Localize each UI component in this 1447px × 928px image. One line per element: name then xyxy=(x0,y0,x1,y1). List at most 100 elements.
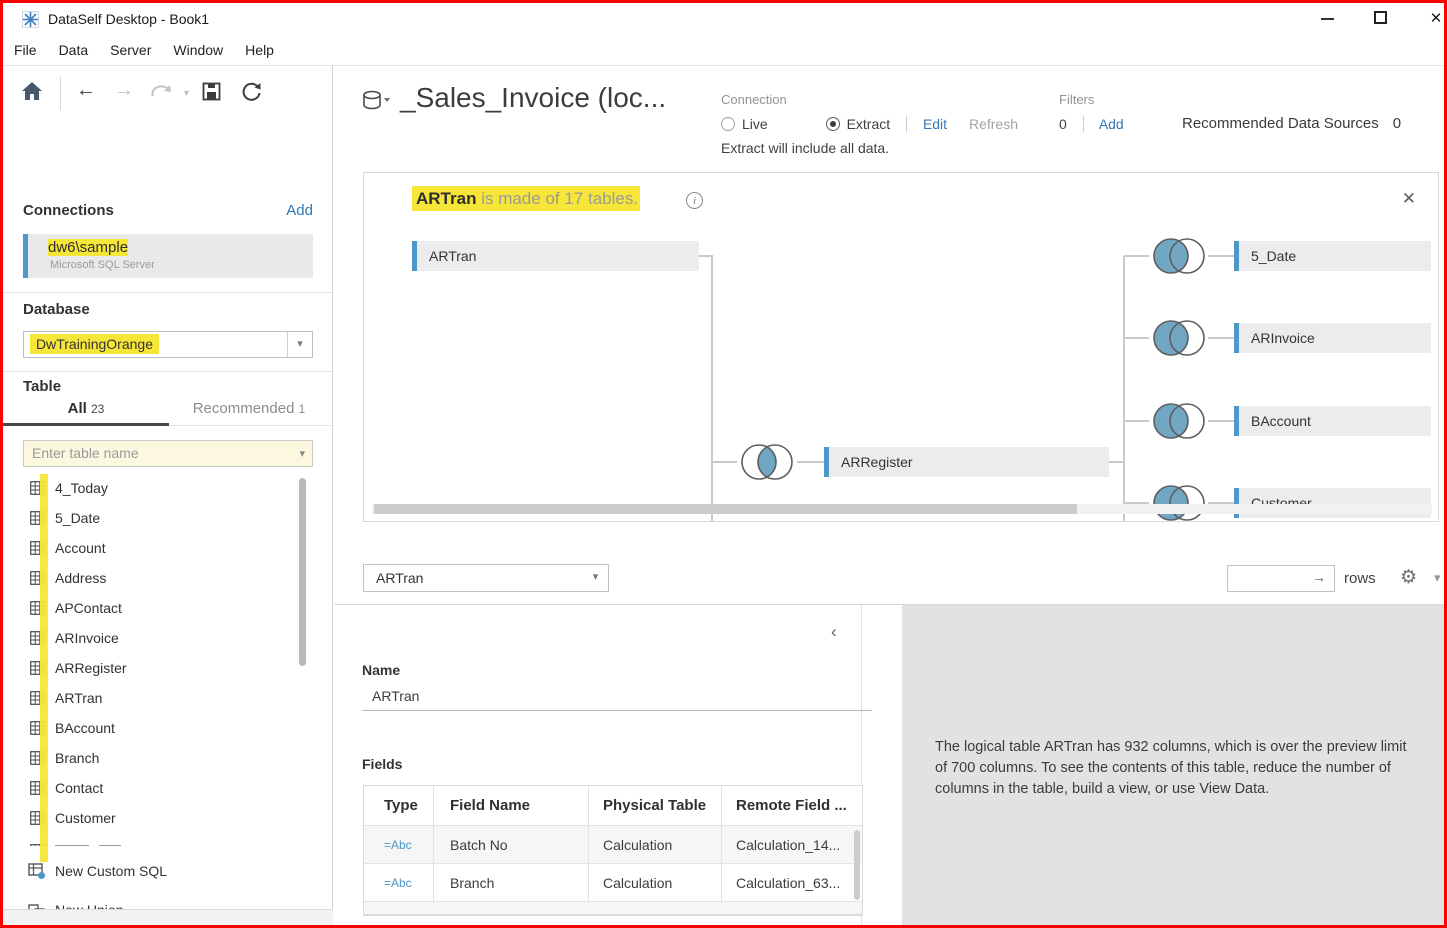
table-list-item[interactable]: 4_Today xyxy=(3,474,315,504)
table-list-item[interactable]: Branch xyxy=(3,744,315,774)
table-list-item[interactable]: APContact xyxy=(3,594,315,624)
home-icon[interactable] xyxy=(21,81,43,107)
edge-caret-icon[interactable]: ▾ xyxy=(1434,570,1441,586)
save-icon[interactable] xyxy=(202,82,221,107)
refresh-link[interactable]: Refresh xyxy=(969,116,1018,132)
filters-row: 0 Add xyxy=(1059,116,1124,132)
table-row-clipped xyxy=(364,902,862,915)
radio-live[interactable]: Live xyxy=(721,116,768,132)
collapse-panel-icon[interactable]: ‹ xyxy=(831,622,837,642)
scrollbar-thumb[interactable] xyxy=(374,504,1077,514)
apply-rows-icon[interactable]: → xyxy=(1312,569,1326,585)
fields-label: Fields xyxy=(362,756,402,772)
table-select-caret-icon[interactable]: ▾ xyxy=(583,565,608,590)
column-header[interactable]: Physical Table xyxy=(589,786,722,825)
tab-recommended[interactable]: Recommended 1 xyxy=(169,400,329,417)
canvas-horizontal-scrollbar[interactable] xyxy=(372,504,1432,514)
maximize-button[interactable] xyxy=(1358,3,1402,33)
close-button[interactable]: ✕ xyxy=(1414,3,1447,33)
menu-item-server[interactable]: Server xyxy=(99,36,162,58)
name-value[interactable]: ARTran xyxy=(372,688,419,704)
table-name: Contact xyxy=(55,780,103,796)
database-select[interactable]: DwTrainingOrange ▾ xyxy=(23,331,313,358)
diagram-node[interactable]: BAccount xyxy=(1234,406,1431,436)
minimize-button[interactable] xyxy=(1305,3,1349,33)
divider xyxy=(1083,116,1084,132)
table-list-item[interactable]: Account xyxy=(3,534,315,564)
radio-extract[interactable]: Extract xyxy=(826,116,891,132)
add-filter-link[interactable]: Add xyxy=(1099,116,1124,132)
table-list-item[interactable]: BAccount xyxy=(3,714,315,744)
connection-group-label: Connection xyxy=(721,92,787,107)
table-list-item[interactable]: ARInvoice xyxy=(3,624,315,654)
table-list-item[interactable]: Address xyxy=(3,564,315,594)
table-name: ARRegister xyxy=(55,660,127,676)
back-icon[interactable]: ← xyxy=(76,79,96,102)
settings-gear-icon[interactable]: ⚙ xyxy=(1400,566,1417,589)
table-list-item[interactable]: Customer xyxy=(3,804,315,834)
new-custom-sql-item[interactable]: New Custom SQL xyxy=(3,859,333,887)
rows-label: rows xyxy=(1344,570,1376,587)
table-name: ARTran xyxy=(55,690,102,706)
forward-icon[interactable]: → xyxy=(114,79,134,102)
divider xyxy=(3,292,333,293)
edit-link[interactable]: Edit xyxy=(923,116,947,132)
physical-table-cell: Calculation xyxy=(589,864,722,901)
extract-note: Extract will include all data. xyxy=(721,140,889,156)
left-join-icon[interactable] xyxy=(1149,483,1209,522)
left-join-icon[interactable] xyxy=(1149,401,1209,446)
active-tab-underline xyxy=(3,423,169,426)
banner-table-name: ARTran xyxy=(416,189,476,208)
search-caret-icon[interactable]: ▾ xyxy=(299,447,305,460)
table-list-item[interactable]: Contact xyxy=(3,774,315,804)
table-row[interactable]: =Abc Branch Calculation Calculation_63..… xyxy=(364,864,862,902)
diagram-node[interactable]: ARInvoice xyxy=(1234,323,1431,353)
menu-bar: FileDataServerWindowHelp xyxy=(3,36,1444,66)
divider xyxy=(906,116,907,132)
table-list-scrollbar[interactable] xyxy=(299,478,306,666)
canvas-close-icon[interactable]: ✕ xyxy=(1402,189,1416,209)
datasource-title[interactable]: _Sales_Invoice (loc... xyxy=(400,82,666,114)
app-logo-icon xyxy=(22,11,39,33)
rows-limit-input[interactable]: → xyxy=(1227,565,1335,592)
datasource-db-icon[interactable] xyxy=(362,90,392,119)
connection-name: dw6\sample xyxy=(48,239,128,256)
diagram-node-root[interactable]: ARTran xyxy=(412,241,699,271)
table-list-item[interactable]: 5_Date xyxy=(3,504,315,534)
diagram-node[interactable]: 5_Date xyxy=(1234,241,1431,271)
menu-item-file[interactable]: File xyxy=(3,36,48,58)
redo-caret-icon[interactable]: ▾ xyxy=(184,88,189,99)
table-list-item[interactable]: ARTran xyxy=(3,684,315,714)
menu-item-window[interactable]: Window xyxy=(162,36,234,58)
table-name: BAccount xyxy=(55,720,115,736)
refresh-icon[interactable] xyxy=(241,81,262,107)
column-header[interactable]: Type xyxy=(364,786,434,825)
menu-item-help[interactable]: Help xyxy=(234,36,285,58)
tab-all[interactable]: All 23 xyxy=(3,400,169,417)
menu-item-data[interactable]: Data xyxy=(48,36,100,58)
fields-table: Type Field Name Physical Table Remote Fi… xyxy=(363,785,863,916)
fields-table-scrollbar[interactable] xyxy=(854,830,860,900)
table-list-item-clipped[interactable] xyxy=(3,834,315,846)
table-row[interactable]: =Abc Batch No Calculation Calculation_14… xyxy=(364,826,862,864)
connection-item[interactable]: dw6\sample Microsoft SQL Server xyxy=(23,234,313,278)
logical-table-value: ARTran xyxy=(376,570,423,586)
info-icon[interactable]: i xyxy=(686,192,703,209)
column-header[interactable]: Remote Field ... xyxy=(722,786,862,825)
logical-table-select[interactable]: ARTran ▾ xyxy=(363,564,609,592)
canvas-banner: ARTran is made of 17 tables. xyxy=(412,189,640,209)
add-connection-link[interactable]: Add xyxy=(286,202,313,219)
column-header[interactable]: Field Name xyxy=(434,786,589,825)
diagram-node-mid[interactable]: ARRegister xyxy=(824,447,1109,477)
preview-limit-message: The logical table ARTran has 932 columns… xyxy=(935,737,1415,800)
name-label: Name xyxy=(362,662,400,678)
inner-join-icon[interactable] xyxy=(737,442,797,487)
table-search-input[interactable] xyxy=(24,441,274,464)
field-name-cell: Batch No xyxy=(434,826,589,863)
left-join-icon[interactable] xyxy=(1149,236,1209,281)
sidebar: ← → ▾ Connections Add dw6\sample Microso… xyxy=(3,66,333,925)
redo-icon[interactable] xyxy=(150,82,174,106)
database-caret-icon[interactable]: ▾ xyxy=(287,332,312,357)
left-join-icon[interactable] xyxy=(1149,318,1209,363)
table-list-item[interactable]: ARRegister xyxy=(3,654,315,684)
